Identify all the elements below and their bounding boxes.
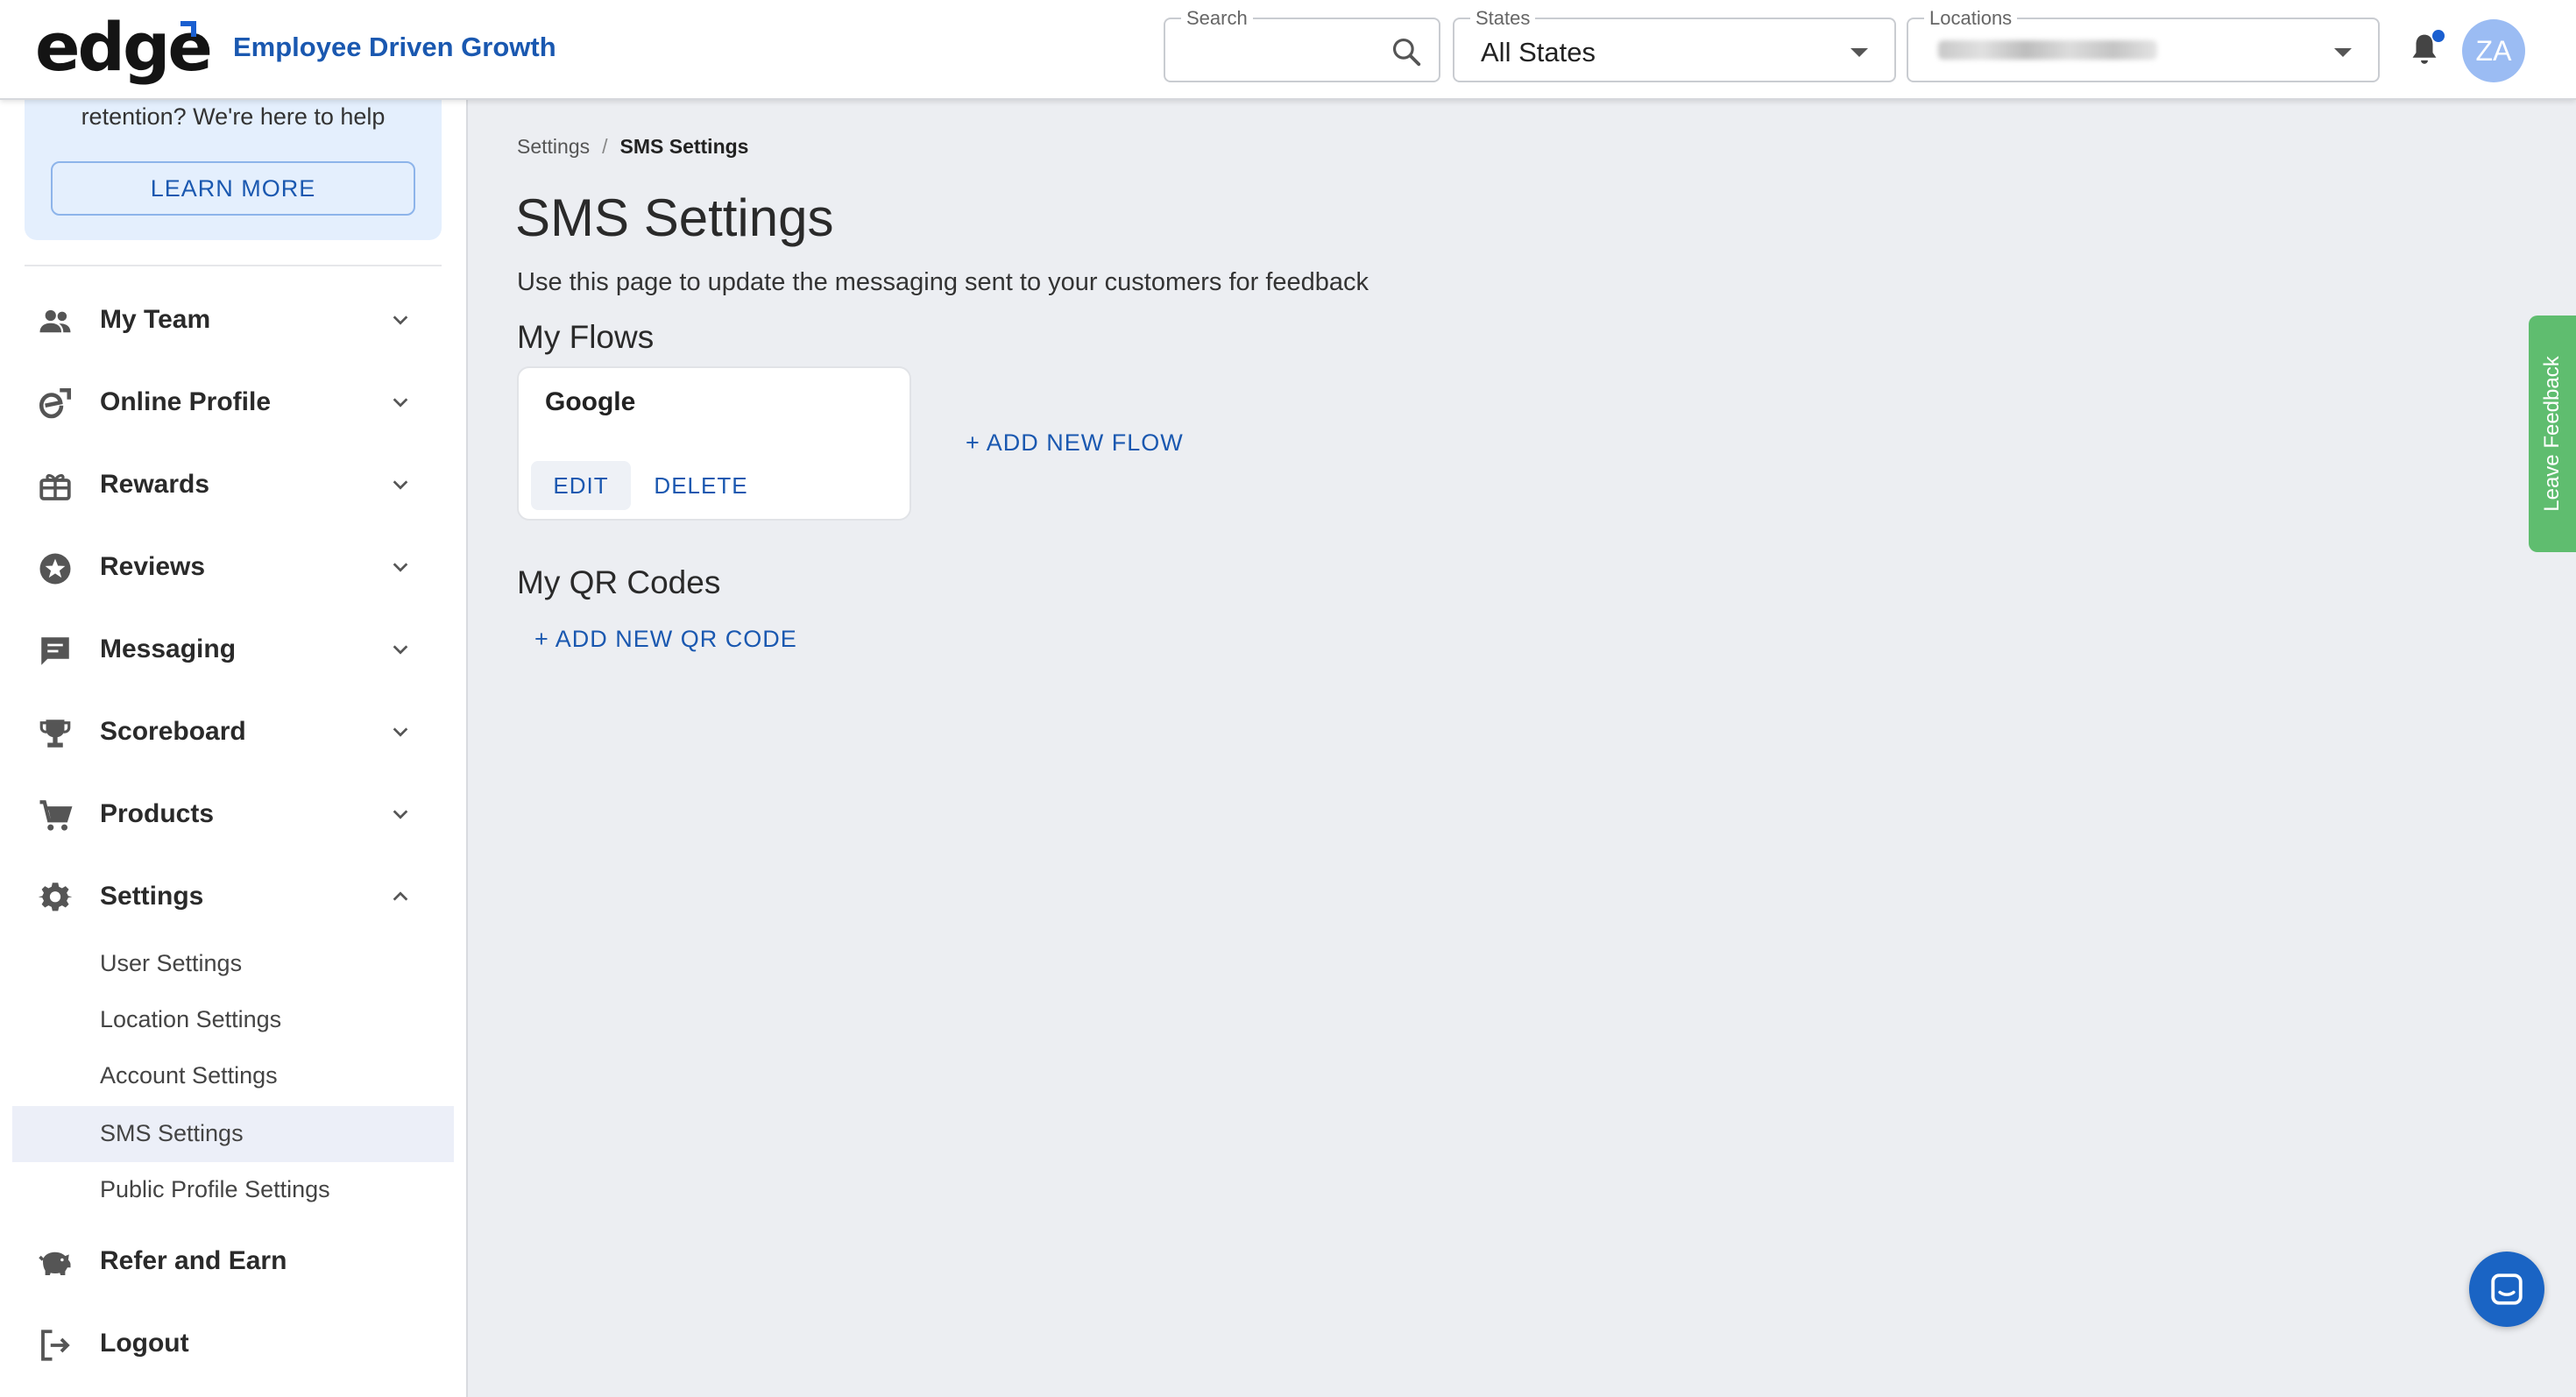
states-dropdown-caret-icon[interactable]: [1851, 48, 1868, 57]
search-icon[interactable]: [1390, 35, 1423, 68]
chevron-down-icon[interactable]: [391, 393, 410, 412]
locations-dropdown-caret-icon[interactable]: [2334, 48, 2352, 57]
states-select[interactable]: States All States: [1453, 7, 1896, 82]
sidebar-subitem-label: User Settings: [100, 950, 243, 976]
sidebar-item-label: Online Profile: [100, 387, 272, 416]
search-input[interactable]: Search: [1164, 7, 1440, 82]
my-qr-codes-heading: My QR Codes: [517, 564, 721, 600]
sidebar-item-label: Reviews: [100, 552, 206, 581]
sidebar-subitem-label: Account Settings: [100, 1062, 278, 1089]
promo-banner: retention? We're here to help LEARN MORE: [25, 100, 442, 240]
top-header: edge Employee Driven Growth Search State…: [0, 0, 2576, 100]
message-icon: [41, 637, 69, 665]
states-label: States: [1470, 7, 1536, 30]
sidebar-item-reviews[interactable]: Reviews: [0, 533, 468, 603]
logo-corner-mark: [180, 21, 196, 37]
sidebar-item-label: Logout: [100, 1329, 189, 1358]
sidebar-item-my-team[interactable]: My Team: [0, 286, 468, 356]
add-new-qr-code-button[interactable]: + ADD NEW QR CODE: [534, 626, 797, 653]
locations-select[interactable]: Locations: [1907, 7, 2380, 82]
breadcrumb: Settings / SMS Settings: [517, 135, 748, 159]
team-icon: [39, 309, 71, 333]
sidebar-subitem-public-profile-settings[interactable]: Public Profile Settings: [12, 1162, 454, 1218]
chat-icon: [2491, 1273, 2523, 1305]
chat-launcher-button[interactable]: [2469, 1252, 2544, 1327]
sidebar-item-online-profile[interactable]: Online Profile: [0, 368, 468, 438]
sidebar-subitem-label: Location Settings: [100, 1006, 282, 1032]
star-icon: [39, 553, 71, 585]
sidebar-subitem-label: SMS Settings: [100, 1120, 244, 1146]
flow-card-google: Google EDIT DELETE: [517, 366, 911, 521]
piggy-bank-icon: [39, 1252, 71, 1275]
gift-icon: [39, 473, 71, 500]
my-flows-heading: My Flows: [517, 319, 655, 355]
sidebar-item-settings[interactable]: Settings: [0, 862, 468, 933]
sidebar-item-label: Scoreboard: [100, 717, 246, 746]
breadcrumb-parent-link[interactable]: Settings: [517, 135, 590, 158]
chevron-down-icon[interactable]: [391, 722, 410, 741]
user-avatar[interactable]: ZA: [2462, 19, 2525, 82]
logout-icon: [41, 1330, 70, 1361]
sidebar-subitem-user-settings[interactable]: User Settings: [12, 936, 454, 992]
sidebar-item-label: My Team: [100, 305, 211, 334]
chevron-down-icon[interactable]: [391, 475, 410, 494]
sidebar-item-label: Rewards: [100, 470, 210, 499]
sidebar-item-logout[interactable]: Logout: [0, 1309, 468, 1379]
trophy-icon: [39, 720, 71, 748]
flow-name: Google: [545, 387, 636, 416]
sidebar-item-messaging[interactable]: Messaging: [0, 615, 468, 685]
learn-more-button[interactable]: LEARN MORE: [51, 161, 415, 216]
sidebar-item-label: Products: [100, 799, 215, 828]
sidebar-item-products[interactable]: Products: [0, 780, 468, 850]
chevron-up-icon[interactable]: [391, 887, 410, 906]
sidebar-item-label: Messaging: [100, 635, 237, 663]
chevron-down-icon[interactable]: [391, 640, 410, 659]
search-label: Search: [1181, 7, 1253, 30]
sidebar-item-label: Refer and Earn: [100, 1246, 287, 1275]
sidebar-subitem-location-settings[interactable]: Location Settings: [12, 992, 454, 1048]
page-title: SMS Settings: [515, 188, 834, 247]
states-value: All States: [1481, 37, 1596, 67]
chevron-down-icon[interactable]: [391, 805, 410, 824]
tagline: Employee Driven Growth: [233, 32, 556, 62]
chevron-down-icon[interactable]: [391, 557, 410, 577]
promo-text: retention? We're here to help: [81, 103, 386, 130]
sidebar-item-refer-and-earn[interactable]: Refer and Earn: [0, 1227, 468, 1297]
profile-icon: [39, 387, 72, 419]
sidebar-subitem-label: Public Profile Settings: [100, 1176, 330, 1202]
sidebar-item-rewards[interactable]: Rewards: [0, 450, 468, 521]
sidebar: retention? We're here to help LEARN MORE…: [0, 100, 468, 1397]
locations-label: Locations: [1924, 7, 2018, 30]
add-new-flow-button[interactable]: + ADD NEW FLOW: [966, 429, 1184, 457]
sidebar-item-scoreboard[interactable]: Scoreboard: [0, 698, 468, 768]
cart-icon: [39, 800, 73, 831]
sidebar-subitem-sms-settings[interactable]: SMS Settings: [12, 1106, 454, 1162]
sidebar-subitem-account-settings[interactable]: Account Settings: [12, 1048, 454, 1104]
sidebar-divider: [25, 265, 442, 266]
edit-flow-button[interactable]: EDIT: [531, 461, 631, 510]
gear-icon: [38, 883, 73, 911]
page-description: Use this page to update the messaging se…: [517, 268, 1369, 296]
breadcrumb-separator: /: [602, 135, 608, 158]
sidebar-item-label: Settings: [100, 882, 204, 911]
notification-dot: [2432, 30, 2445, 42]
leave-feedback-label: Leave Feedback: [2540, 356, 2564, 512]
delete-flow-button[interactable]: DELETE: [648, 461, 754, 510]
chevron-down-icon[interactable]: [391, 310, 410, 330]
leave-feedback-tab[interactable]: Leave Feedback: [2529, 316, 2576, 552]
breadcrumb-current: SMS Settings: [619, 135, 749, 158]
blurred-location-value: [1938, 40, 2157, 60]
